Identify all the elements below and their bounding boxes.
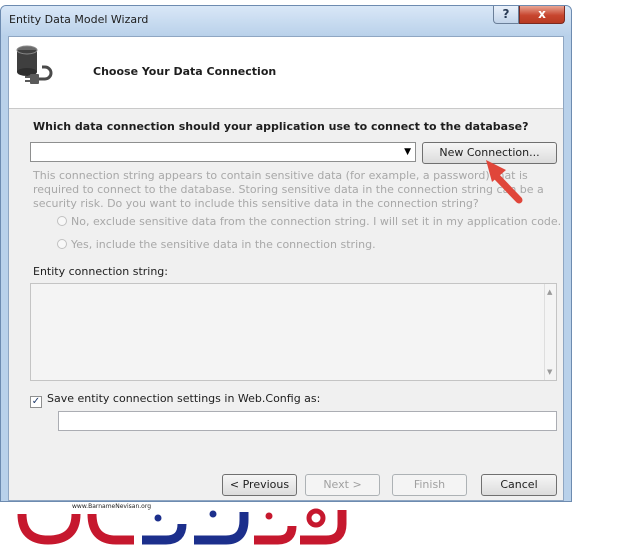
- radio-icon: [57, 216, 67, 226]
- help-button[interactable]: ?: [493, 6, 519, 24]
- include-sensitive-label: Yes, include the sensitive data in the c…: [71, 238, 376, 251]
- save-config-label: Save entity connection settings in Web.C…: [47, 392, 321, 405]
- exclude-sensitive-radio[interactable]: No, exclude sensitive data from the conn…: [57, 215, 561, 228]
- help-icon: ?: [502, 7, 510, 21]
- scroll-up-icon[interactable]: ▲: [547, 288, 552, 296]
- close-icon: x: [538, 7, 546, 21]
- connection-question: Which data connection should your applic…: [33, 120, 529, 133]
- connection-dropdown[interactable]: ▼: [30, 142, 416, 162]
- radio-icon: [57, 239, 67, 249]
- site-logo: [17, 508, 347, 545]
- next-button[interactable]: Next >: [305, 474, 380, 496]
- save-config-checkbox[interactable]: ✓ Save entity connection settings in Web.…: [30, 392, 320, 408]
- wizard-body: Choose Your Data Connection Which data c…: [8, 36, 564, 501]
- chevron-down-icon: ▼: [404, 147, 411, 157]
- checkbox-checked-icon: ✓: [30, 396, 42, 408]
- new-connection-button[interactable]: New Connection...: [422, 142, 557, 164]
- sensitive-data-warning: This connection string appears to contai…: [33, 169, 544, 210]
- wizard-window: Entity Data Model Wizard ? x Choose Your…: [0, 5, 572, 502]
- cancel-button[interactable]: Cancel: [481, 474, 557, 496]
- watermark-url: www.BarnameNevisan.org: [72, 503, 151, 510]
- entity-connection-textarea[interactable]: ▲ ▼: [30, 283, 557, 381]
- scroll-down-icon[interactable]: ▼: [547, 368, 552, 376]
- entity-connection-label: Entity connection string:: [33, 265, 168, 278]
- include-sensitive-radio[interactable]: Yes, include the sensitive data in the c…: [57, 238, 376, 251]
- step-title: Choose Your Data Connection: [93, 65, 277, 78]
- previous-button[interactable]: < Previous: [222, 474, 297, 496]
- window-title: Entity Data Model Wizard: [9, 13, 149, 26]
- scrollbar[interactable]: ▲ ▼: [544, 284, 556, 380]
- wizard-header: Choose Your Data Connection: [9, 37, 563, 109]
- config-name-input[interactable]: [58, 411, 557, 431]
- exclude-sensitive-label: No, exclude sensitive data from the conn…: [71, 215, 562, 228]
- database-connection-icon: [16, 45, 53, 84]
- title-bar: Entity Data Model Wizard ? x: [1, 6, 571, 36]
- finish-button[interactable]: Finish: [392, 474, 467, 496]
- close-button[interactable]: x: [519, 6, 565, 24]
